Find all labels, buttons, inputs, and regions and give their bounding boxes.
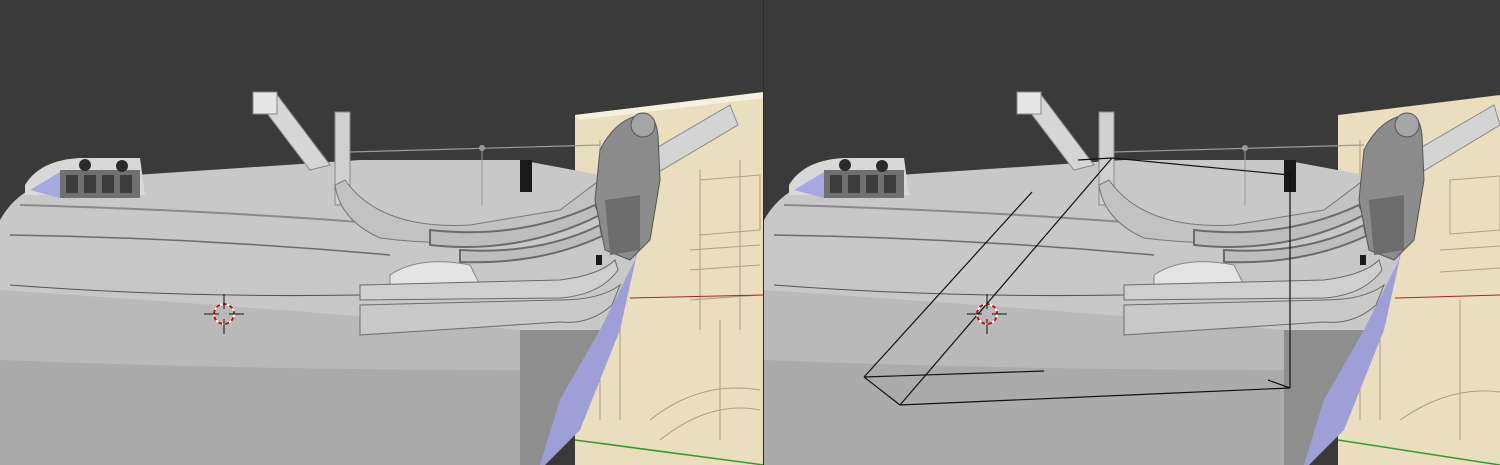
viewport-left[interactable] xyxy=(0,0,764,465)
scene-right xyxy=(764,91,1500,465)
stereo-3d-view xyxy=(0,0,1500,465)
viewport-right[interactable] xyxy=(764,0,1500,465)
scene-left xyxy=(0,91,764,465)
